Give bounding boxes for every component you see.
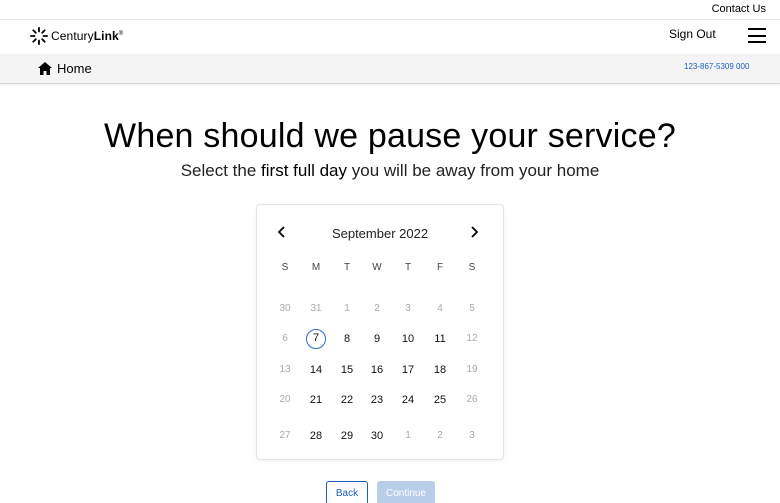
calendar-day[interactable]: 16 (362, 360, 392, 380)
calendar-day: 5 (469, 303, 475, 314)
calendar-day: 3 (469, 430, 475, 441)
calendar-day[interactable]: 24 (393, 390, 423, 410)
centurylink-logo[interactable]: CenturyLink® (30, 26, 123, 46)
weekday-label: T (404, 262, 412, 273)
calendar-day: 31 (310, 303, 322, 314)
centurylink-logo-icon (30, 27, 48, 45)
calendar-day[interactable]: 22 (332, 390, 362, 410)
subtitle-post: you will be away from your home (347, 161, 600, 180)
logo-text-regular: Century (51, 29, 94, 43)
home-link[interactable]: Home (38, 61, 92, 76)
back-button[interactable]: Back (326, 481, 368, 503)
weekday-label: F (436, 262, 444, 273)
logo-text-bold: Link (93, 29, 119, 43)
calendar-day[interactable]: 23 (362, 390, 392, 410)
home-icon (38, 62, 52, 75)
calendar-day: 2 (437, 430, 443, 441)
site-header: CenturyLink® Sign Out (0, 20, 780, 54)
continue-button[interactable]: Continue (377, 481, 435, 503)
calendar-day: 26 (466, 394, 478, 405)
date-picker-calendar: September 2022 SMTWTFS 30 31 1 2 3 4 5 6 7 8 9 10 11… (256, 204, 504, 460)
calendar-day[interactable]: 28 (301, 426, 331, 446)
calendar-day: 19 (466, 364, 478, 375)
calendar-day[interactable]: 9 (362, 329, 392, 349)
calendar-day[interactable]: 11 (425, 329, 455, 349)
weekday-label: S (468, 262, 476, 273)
calendar-day-selected[interactable]: 7 (306, 329, 326, 349)
calendar-day[interactable]: 10 (393, 329, 423, 349)
calendar-day[interactable]: 30 (362, 426, 392, 446)
subtitle-emphasis: first full day (261, 161, 348, 180)
weekday-label: W (372, 262, 382, 273)
calendar-day: 1 (405, 430, 411, 441)
chevron-right-icon[interactable] (467, 225, 481, 239)
calendar-day[interactable]: 29 (332, 426, 362, 446)
home-label: Home (57, 61, 92, 76)
calendar-day: 30 (279, 303, 291, 314)
calendar-day[interactable]: 14 (301, 360, 331, 380)
hamburger-menu-icon[interactable] (748, 28, 766, 43)
logo-trademark: ® (118, 31, 124, 37)
page-subtitle: Select the first full day you will be aw… (0, 161, 780, 181)
calendar-day: 20 (279, 394, 291, 405)
logo-wordmark: CenturyLink® (51, 29, 123, 43)
calendar-day[interactable]: 18 (425, 360, 455, 380)
weekday-label: M (311, 262, 321, 273)
page-title: When should we pause your service? (104, 117, 676, 155)
breadcrumb-bar: Home 123-867-5309 000 (0, 54, 780, 84)
phone-number-link[interactable]: 123-867-5309 000 (684, 62, 749, 71)
calendar-day: 27 (279, 430, 291, 441)
calendar-day: 2 (374, 303, 380, 314)
subtitle-pre: Select the (180, 161, 262, 180)
calendar-day: 13 (279, 364, 291, 375)
calendar-day[interactable]: 25 (425, 390, 455, 410)
calendar-day[interactable]: 17 (393, 360, 423, 380)
calendar-day: 4 (437, 303, 443, 314)
weekday-label: T (343, 262, 351, 273)
calendar-day[interactable]: 8 (332, 329, 362, 349)
weekday-label: S (281, 262, 289, 273)
contact-us-link[interactable]: Contact Us (712, 3, 766, 15)
calendar-day: 1 (344, 303, 350, 314)
sign-out-link[interactable]: Sign Out (669, 27, 716, 41)
calendar-day[interactable]: 15 (332, 360, 362, 380)
utility-bar: Contact Us (0, 0, 780, 20)
calendar-day: 6 (282, 333, 288, 344)
calendar-day[interactable]: 21 (301, 390, 331, 410)
calendar-day: 12 (466, 333, 478, 344)
calendar-day: 3 (405, 303, 411, 314)
